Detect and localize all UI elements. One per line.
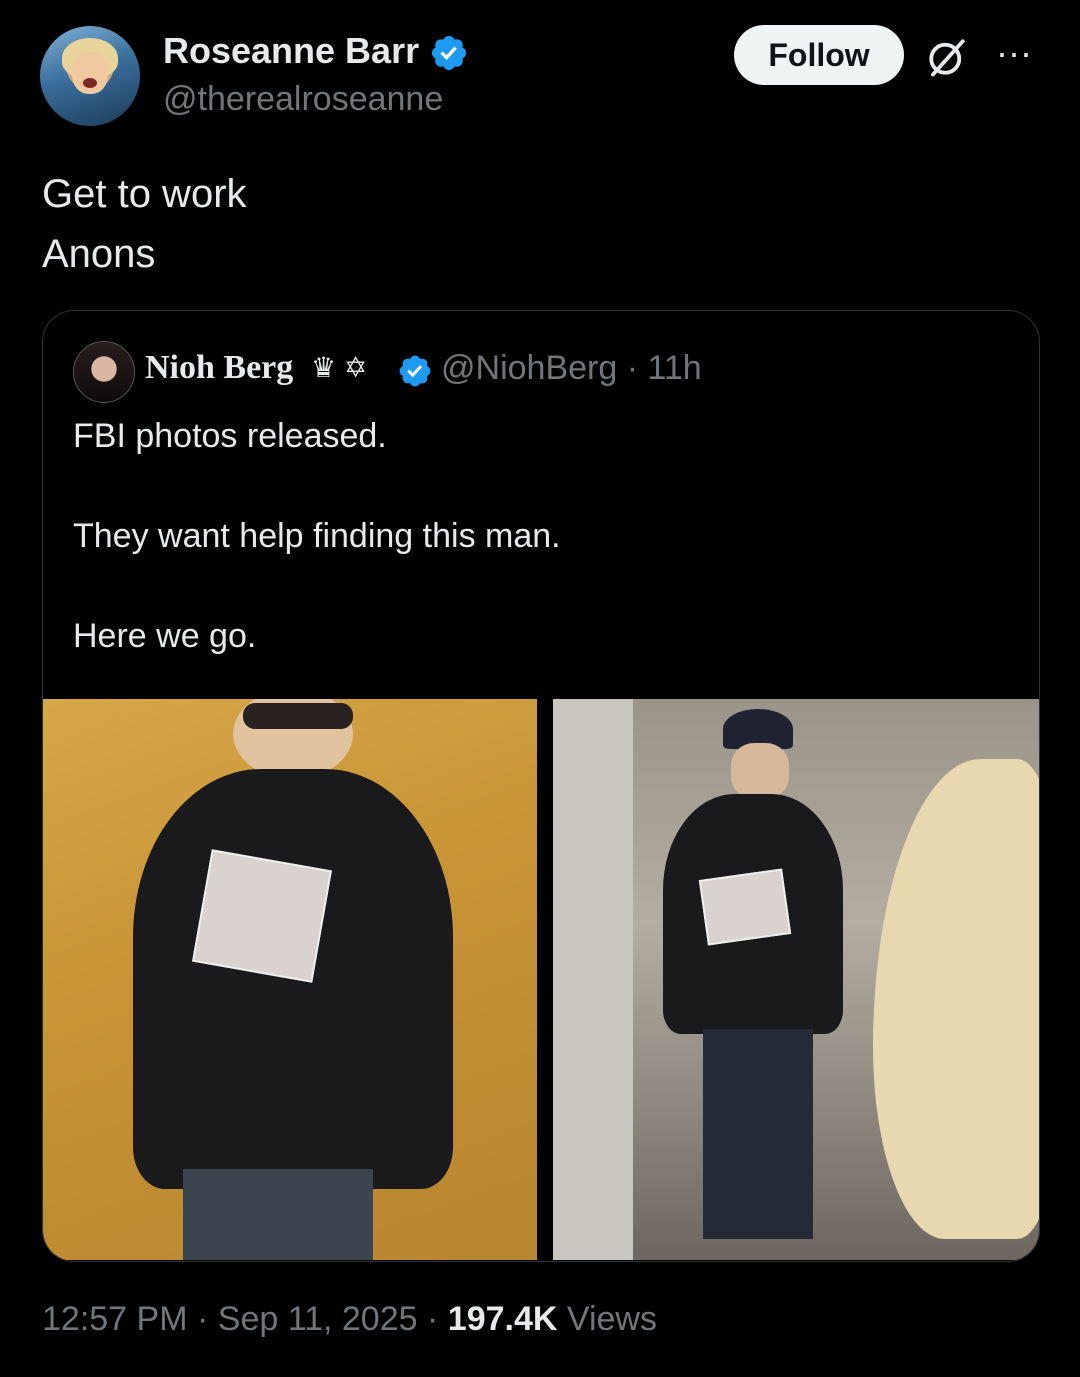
views-count: 197.4K bbox=[447, 1300, 558, 1338]
quoted-tweet[interactable]: Nioh Berg ♛ ✡ @NiohBerg · 11h FBI photos… bbox=[42, 310, 1040, 1262]
grok-icon[interactable] bbox=[926, 36, 968, 78]
quoted-author-name[interactable]: Nioh Berg bbox=[145, 349, 293, 387]
quoted-tweet-text: FBI photos released. They want help find… bbox=[73, 417, 561, 655]
quoted-name-emoji: ♛ ✡ bbox=[311, 352, 368, 383]
shirt-print-2 bbox=[698, 868, 792, 946]
tweet-date[interactable]: Sep 11, 2025 bbox=[218, 1300, 418, 1338]
author-name[interactable]: Roseanne Barr bbox=[163, 30, 469, 73]
tweet-time[interactable]: 12:57 PM bbox=[42, 1300, 188, 1338]
shirt-print bbox=[192, 849, 332, 983]
tweet-meta: 12:57 PM · Sep 11, 2025 · 197.4K Views bbox=[42, 1300, 657, 1338]
author-handle[interactable]: @therealroseanne bbox=[163, 80, 443, 119]
quoted-time[interactable]: · 11h bbox=[627, 349, 702, 387]
quoted-verified-badge-icon bbox=[399, 355, 431, 387]
quoted-handle-time[interactable]: @NiohBerg · 11h bbox=[441, 349, 702, 388]
more-options-icon[interactable]: ··· bbox=[996, 35, 1036, 71]
author-avatar[interactable] bbox=[40, 26, 140, 126]
verified-badge-icon bbox=[432, 36, 467, 71]
quoted-handle[interactable]: @NiohBerg bbox=[441, 349, 617, 387]
views-label: Views bbox=[566, 1300, 657, 1338]
media-photo-1[interactable] bbox=[43, 699, 537, 1260]
tweet-text: Get to work Anons bbox=[42, 172, 247, 276]
follow-button[interactable]: Follow bbox=[734, 25, 904, 85]
author-name-text[interactable]: Roseanne Barr bbox=[163, 30, 419, 71]
media-photo-2[interactable] bbox=[553, 699, 1039, 1260]
quoted-avatar[interactable] bbox=[73, 341, 135, 403]
